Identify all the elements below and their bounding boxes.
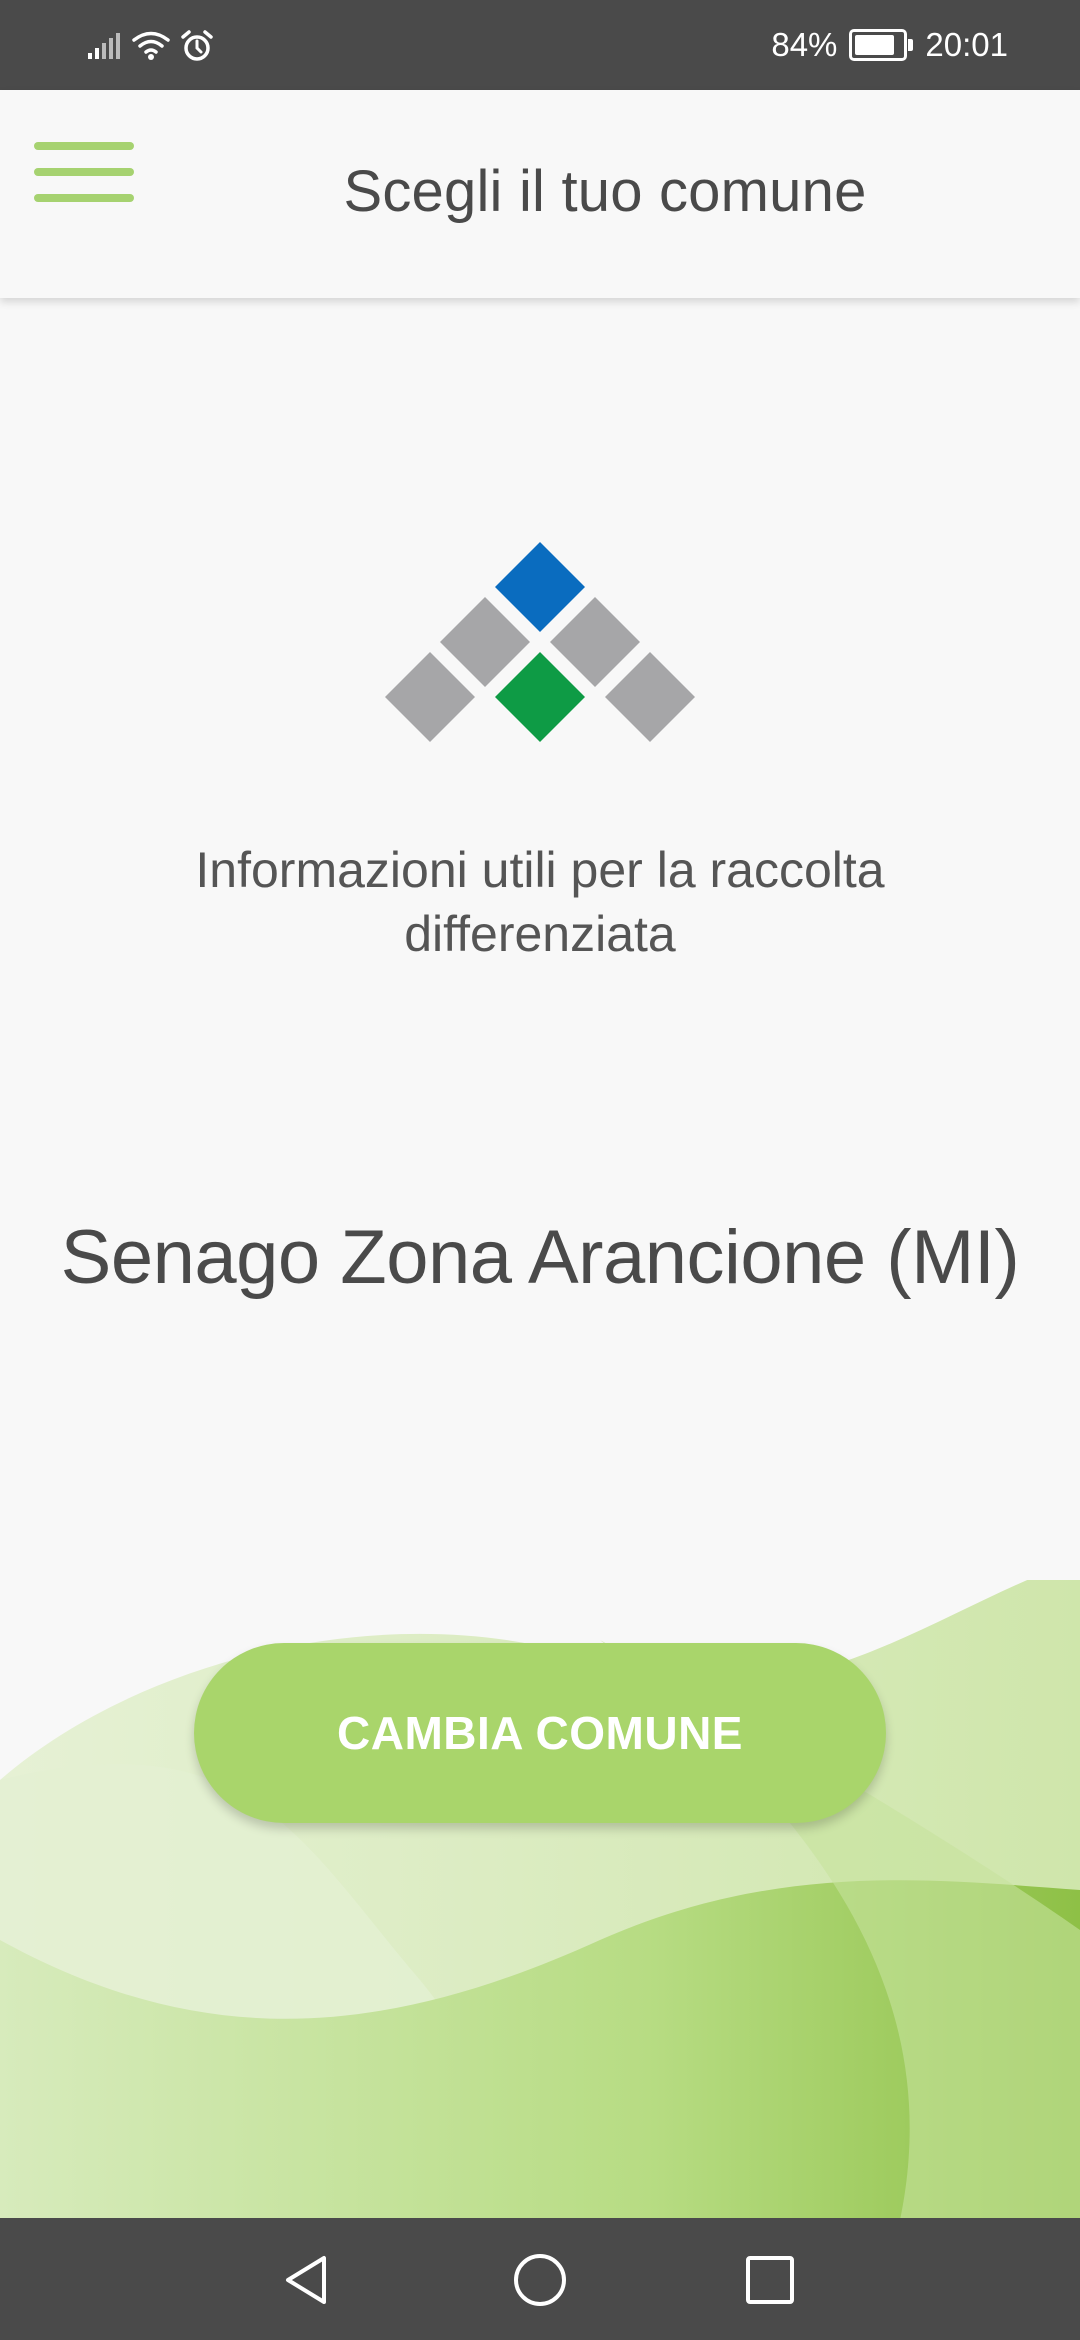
logo-tile-gray-3 <box>385 652 475 742</box>
alarm-icon <box>181 30 213 61</box>
back-icon[interactable] <box>276 2248 340 2312</box>
signal-icon <box>88 33 120 59</box>
wifi-icon <box>132 31 170 60</box>
status-bar: 84% 20:01 <box>0 0 1080 90</box>
app-logo <box>385 542 695 742</box>
logo-tile-gray-1 <box>440 597 530 687</box>
change-comune-button[interactable]: CAMBIA COMUNE <box>194 1643 886 1823</box>
navigation-bar <box>0 2218 1080 2340</box>
battery-level <box>855 35 895 55</box>
status-icons-left <box>88 26 214 66</box>
battery-icon <box>849 29 914 61</box>
logo-tile-gray-4 <box>605 652 695 742</box>
recents-icon[interactable] <box>738 2248 802 2312</box>
logo-tile-green <box>495 652 585 742</box>
status-icons-right: 84% 20:01 <box>771 22 1008 68</box>
logo-tile-gray-2 <box>550 597 640 687</box>
logo-tile-blue <box>495 542 585 632</box>
selected-comune: Senago Zona Arancione (MI) <box>60 1215 1020 1300</box>
status-time: 20:01 <box>925 26 1008 63</box>
home-icon[interactable] <box>508 2248 572 2312</box>
page-title: Scegli il tuo comune <box>343 159 867 224</box>
battery-percent: 84% <box>771 26 838 63</box>
app-subtitle: Informazioni utili per la raccolta diffe… <box>195 842 885 962</box>
menu-icon[interactable] <box>34 136 134 212</box>
app-bar: Scegli il tuo comune <box>0 90 1080 298</box>
